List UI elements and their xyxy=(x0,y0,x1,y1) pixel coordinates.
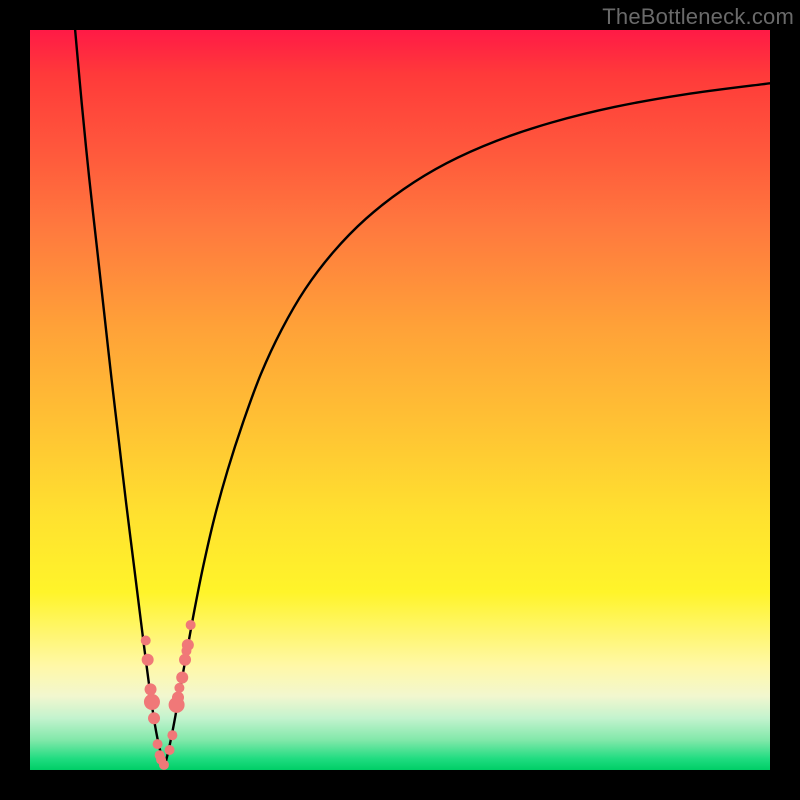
data-point xyxy=(141,636,151,646)
data-point xyxy=(182,639,194,651)
plot-background xyxy=(30,30,770,770)
data-point xyxy=(144,694,160,710)
data-point xyxy=(148,712,160,724)
data-point xyxy=(174,683,184,693)
data-point xyxy=(159,760,169,770)
data-point xyxy=(176,672,188,684)
data-point xyxy=(153,739,163,749)
watermark-text: TheBottleneck.com xyxy=(602,4,794,30)
data-point xyxy=(172,691,184,703)
chart-frame: TheBottleneck.com xyxy=(0,0,800,800)
data-point xyxy=(165,745,175,755)
curve-right-curve xyxy=(165,83,770,766)
chart-svg xyxy=(30,30,770,770)
data-point xyxy=(167,730,177,740)
data-point xyxy=(145,683,157,695)
data-point xyxy=(186,620,196,630)
data-point xyxy=(142,654,154,666)
